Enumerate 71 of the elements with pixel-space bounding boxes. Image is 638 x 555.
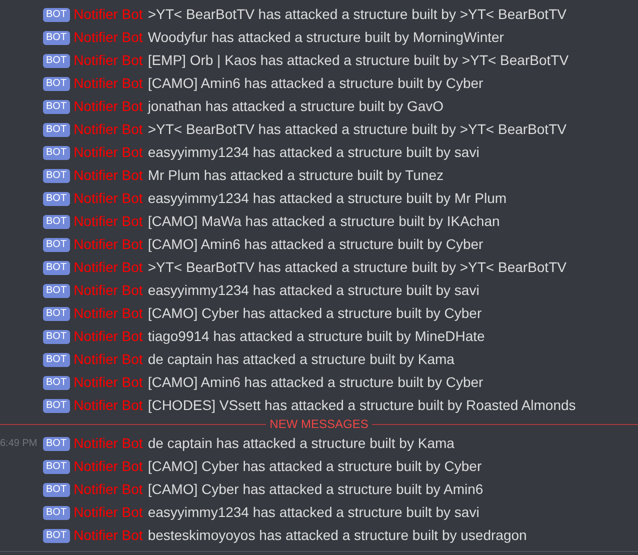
bot-tag: BOT [43,30,70,44]
message-text: [EMP] Orb | Kaos has attacked a structure built by >YT< BearBotTV [148,51,569,70]
message-text: easyyimmy1234 has attacked a structure built by savi [148,503,480,522]
author-name[interactable]: Notifier Bot [74,234,143,255]
message-text: [CAMO] Cyber has attacked a structure built by Cyber [148,304,482,323]
bot-tag: BOT [43,506,70,520]
bot-tag: BOT [43,398,70,412]
author-name[interactable]: Notifier Bot [74,142,143,163]
author-name[interactable]: Notifier Bot [74,96,143,117]
author-name[interactable]: Notifier Bot [74,303,143,324]
author-name[interactable]: Notifier Bot [74,456,143,477]
bot-tag: BOT [43,214,70,228]
author-name[interactable]: Notifier Bot [74,4,143,25]
bot-tag: BOT [43,168,70,182]
bot-tag: BOT [43,76,70,90]
bot-tag: BOT [43,330,70,344]
message-text: easyyimmy1234 has attacked a structure built by savi [148,281,480,300]
author-name[interactable]: Notifier Bot [74,372,143,393]
bot-tag: BOT [43,460,70,474]
author-name[interactable]: Notifier Bot [74,73,143,94]
author-name[interactable]: Notifier Bot [74,502,143,523]
message-text: [CAMO] Amin6 has attacked a structure built by Cyber [148,373,484,392]
author-name[interactable]: Notifier Bot [74,395,143,416]
bot-tag: BOT [43,482,70,496]
bot-tag: BOT [43,100,70,114]
author-name[interactable]: Notifier Bot [74,257,143,278]
message-text: >YT< BearBotTV has attacked a structure built by >YT< BearBotTV [148,5,566,24]
message-text: tiago9914 has attacked a structure built by MineDHate [148,327,485,346]
author-name[interactable]: Notifier Bot [74,280,143,301]
bot-tag: BOT [43,192,70,206]
bot-tag: BOT [43,122,70,136]
message-text: Woodyfur has attacked a structure built by MorningWinter [148,28,504,47]
author-name[interactable]: Notifier Bot [74,525,143,546]
bot-tag: BOT [43,260,70,274]
message-text: [CAMO] Amin6 has attacked a structure built by Cyber [148,74,484,93]
bot-tag: BOT [43,146,70,160]
bot-tag: BOT [43,306,70,320]
author-name[interactable]: Notifier Bot [74,50,143,71]
bot-tag: BOT [43,528,70,542]
message-text: >YT< BearBotTV has attacked a structure built by >YT< BearBotTV [148,120,566,139]
bot-tag: BOT [43,436,70,450]
author-name[interactable]: Notifier Bot [74,211,143,232]
message-text: [CAMO] Cyber has attacked a structure built by Amin6 [148,480,484,499]
bot-tag: BOT [43,8,70,22]
message-text: Mr Plum has attacked a structure built by Tunez [148,166,444,185]
message-text: besteskimoyoyos has attacked a structure built by usedragon [148,526,527,545]
message-timestamp: 6:49 PM [0,437,38,451]
message-text: [CAMO] MaWa has attacked a structure built by IKAchan [148,212,500,231]
new-messages-divider-label: NEW MESSAGES [268,418,370,431]
message-text: easyyimmy1234 has attacked a structure built by Mr Plum [148,189,507,208]
message-text: [CAMO] Amin6 has attacked a structure built by Cyber [148,235,484,254]
author-name[interactable]: Notifier Bot [74,188,143,209]
bot-tag: BOT [43,238,70,252]
author-name[interactable]: Notifier Bot [74,27,143,48]
author-name[interactable]: Notifier Bot [74,433,143,454]
author-name[interactable]: Notifier Bot [74,119,143,140]
bot-tag: BOT [43,54,70,68]
message-text: de captain has attacked a structure built by Kama [148,350,454,369]
message-text: [CAMO] Cyber has attacked a structure built by Cyber [148,457,482,476]
message-text: de captain has attacked a structure built by Kama [148,434,454,453]
message-text: >YT< BearBotTV has attacked a structure built by >YT< BearBotTV [148,258,566,277]
message-text: easyyimmy1234 has attacked a structure built by savi [148,143,480,162]
author-name[interactable]: Notifier Bot [74,479,143,500]
author-name[interactable]: Notifier Bot [74,326,143,347]
bot-tag: BOT [43,376,70,390]
author-name[interactable]: Notifier Bot [74,165,143,186]
author-name[interactable]: Notifier Bot [74,349,143,370]
message-text: jonathan has attacked a structure built by GavO [148,97,444,116]
message-text: [CHODES] VSsett has attacked a structure built by Roasted Almonds [148,396,576,415]
bot-tag: BOT [43,284,70,298]
bot-tag: BOT [43,352,70,366]
